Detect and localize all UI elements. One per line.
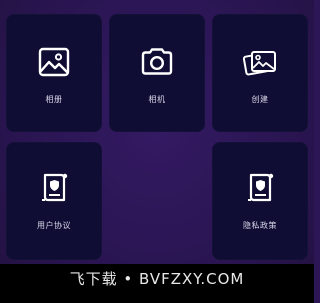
app-screen: 相册 相机 创建 用户协议 隐私政策	[0, 0, 314, 303]
create-tile[interactable]: 创建	[212, 14, 308, 132]
album-label: 相册	[45, 95, 63, 104]
user-agreement-tile[interactable]: 用户协议	[6, 142, 102, 260]
images-stack-icon	[242, 51, 276, 76]
watermark-text: 飞下载 • BVFZXY.COM	[69, 270, 245, 288]
camera-icon	[141, 48, 173, 75]
camera-label: 相机	[148, 95, 166, 104]
image-icon	[38, 47, 70, 77]
document-shield-icon	[248, 173, 274, 202]
privacy-policy-tile[interactable]: 隐私政策	[212, 142, 308, 260]
album-tile[interactable]: 相册	[6, 14, 102, 132]
privacy-policy-label: 隐私政策	[243, 221, 277, 230]
camera-tile[interactable]: 相机	[109, 14, 205, 132]
user-agreement-label: 用户协议	[37, 221, 71, 230]
document-shield-icon	[42, 173, 68, 202]
create-label: 创建	[251, 95, 269, 104]
